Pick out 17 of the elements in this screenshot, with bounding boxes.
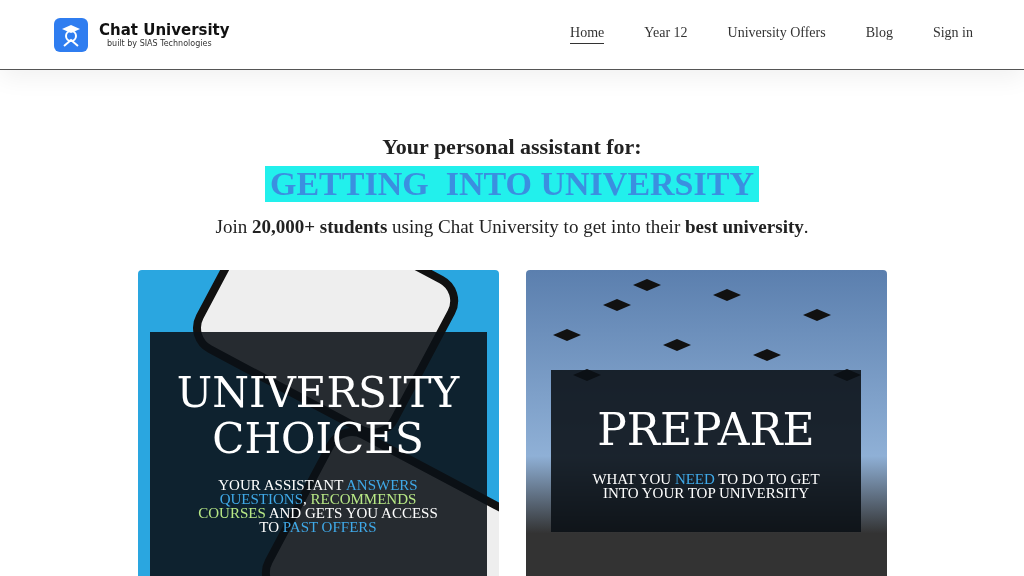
card-caption: WHAT YOU NEED TO DO TO GET INTO YOUR TOP UNIVERSITY [591,472,821,501]
graduate-logo-icon [54,17,88,52]
brand-tagline: built by SIAS Technologies [107,39,212,48]
nav-link[interactable]: Sign in [932,25,973,44]
hero-highlight: GETTING INTO UNIVERSITY [265,166,759,202]
hero-kicker: Your personal assistant for: [382,134,642,160]
nav-link[interactable]: Home [570,25,605,44]
card-title: PREPARE [597,406,815,455]
nav-link[interactable]: Blog [865,25,893,44]
nav-link[interactable]: University Offers [727,25,826,44]
feature-card[interactable]: PREPARE WHAT YOU NEED TO DO TO GET INTO YOUR TOP UNIVERSITY [525,270,887,576]
card-caption: YOUR ASSISTANT ANSWERS QUESTIONS, RECOMMENDS COURSES AND GETS YOU ACCESS TO PAST OFFERS [198,478,438,535]
hero-subtitle: Join 20,000+ students using Chat University to get into their best university. [215,216,809,238]
brand-name: Chat University [99,21,230,39]
feature-card[interactable]: UNIVERSITY CHOICES YOUR ASSISTANT ANSWERS QUESTIONS, RECOMMENDS COURSES AND GETS YOU ACCESS TO PAST OFFERS [137,270,499,576]
nav-link[interactable]: Year 12 [644,25,688,44]
card-title: UNIVERSITY CHOICES [176,370,460,463]
